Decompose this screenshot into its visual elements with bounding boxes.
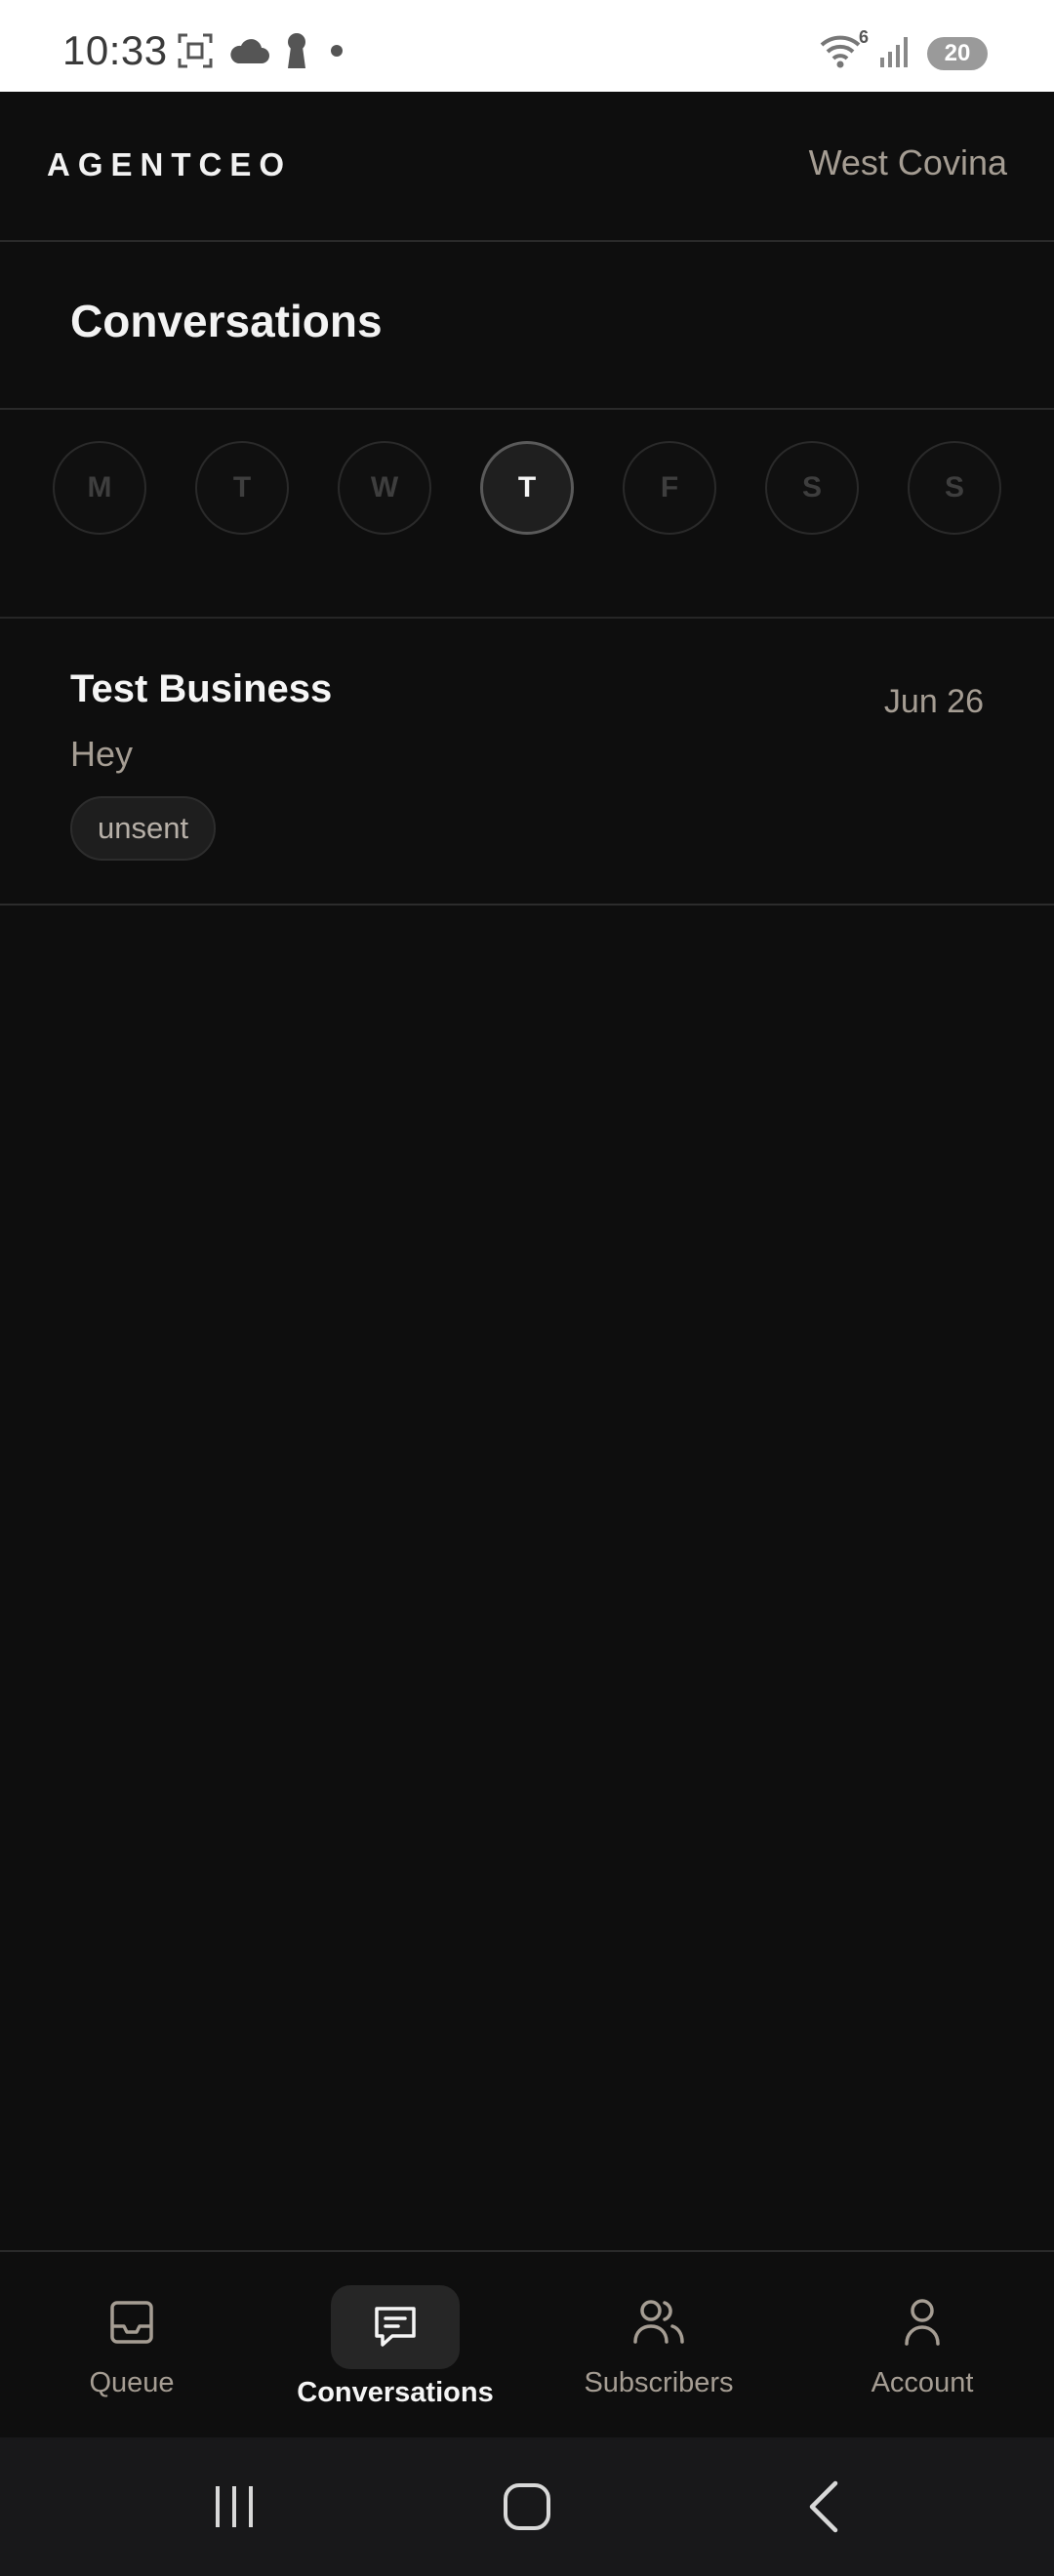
day-thursday[interactable]: T xyxy=(480,441,574,535)
screenshot-icon xyxy=(176,31,215,75)
status-time: 10:33 xyxy=(62,27,168,73)
day-tuesday[interactable]: T xyxy=(195,441,289,535)
status-right-icons: 6 20 xyxy=(818,27,988,73)
nav-queue-label: Queue xyxy=(89,2367,175,2398)
home-icon xyxy=(504,2483,550,2530)
conversation-list-item[interactable]: Test Business Jun 26 Hey unsent xyxy=(0,619,1054,906)
wifi-icon: 6 xyxy=(818,27,869,73)
day-monday[interactable]: M xyxy=(53,441,146,535)
wifi-badge: 6 xyxy=(858,27,869,47)
signal-icon xyxy=(878,34,913,72)
users-icon xyxy=(629,2293,688,2352)
day-selector: M T W T F S S xyxy=(0,410,1054,619)
day-saturday[interactable]: S xyxy=(765,441,859,535)
brand-logo[interactable]: AGENTCEO xyxy=(47,146,292,183)
day-wednesday[interactable]: W xyxy=(338,441,431,535)
app-bar: AGENTCEO West Covina xyxy=(0,92,1054,242)
page-title: Conversations xyxy=(70,296,383,346)
cloud-icon xyxy=(228,36,269,70)
nav-queue[interactable]: Queue xyxy=(0,2252,264,2437)
back-button[interactable] xyxy=(785,2475,863,2539)
conversation-name: Test Business xyxy=(70,667,333,710)
bottom-nav: Queue Conversations Subscribers Account xyxy=(0,2250,1054,2437)
home-button[interactable] xyxy=(488,2475,566,2539)
nav-subscribers-label: Subscribers xyxy=(584,2367,734,2398)
nav-conversations-label: Conversations xyxy=(297,2377,494,2408)
day-sunday[interactable]: S xyxy=(908,441,1001,535)
conversation-date: Jun 26 xyxy=(883,683,984,720)
chat-icon xyxy=(366,2298,425,2356)
dot-icon xyxy=(324,31,349,75)
user-icon xyxy=(893,2293,952,2352)
inbox-icon xyxy=(102,2293,161,2352)
status-badge: unsent xyxy=(70,796,217,861)
nav-account[interactable]: Account xyxy=(790,2252,1054,2437)
battery-icon: 20 xyxy=(927,36,988,70)
day-friday[interactable]: F xyxy=(623,441,716,535)
nav-conversations[interactable]: Conversations xyxy=(264,2252,527,2437)
location-selector[interactable]: West Covina xyxy=(809,142,1007,183)
recent-apps-button[interactable] xyxy=(195,2475,273,2539)
status-left-icons xyxy=(176,31,349,75)
page-header: Conversations xyxy=(0,242,1054,410)
recent-apps-icon xyxy=(216,2486,253,2527)
nav-account-label: Account xyxy=(871,2367,974,2398)
keyhole-icon xyxy=(283,31,310,75)
status-bar: 10:33 6 20 xyxy=(0,0,1054,92)
back-icon xyxy=(809,2480,838,2533)
nav-subscribers[interactable]: Subscribers xyxy=(527,2252,790,2437)
conversation-preview: Hey xyxy=(70,734,134,774)
system-nav-bar xyxy=(0,2437,1054,2576)
